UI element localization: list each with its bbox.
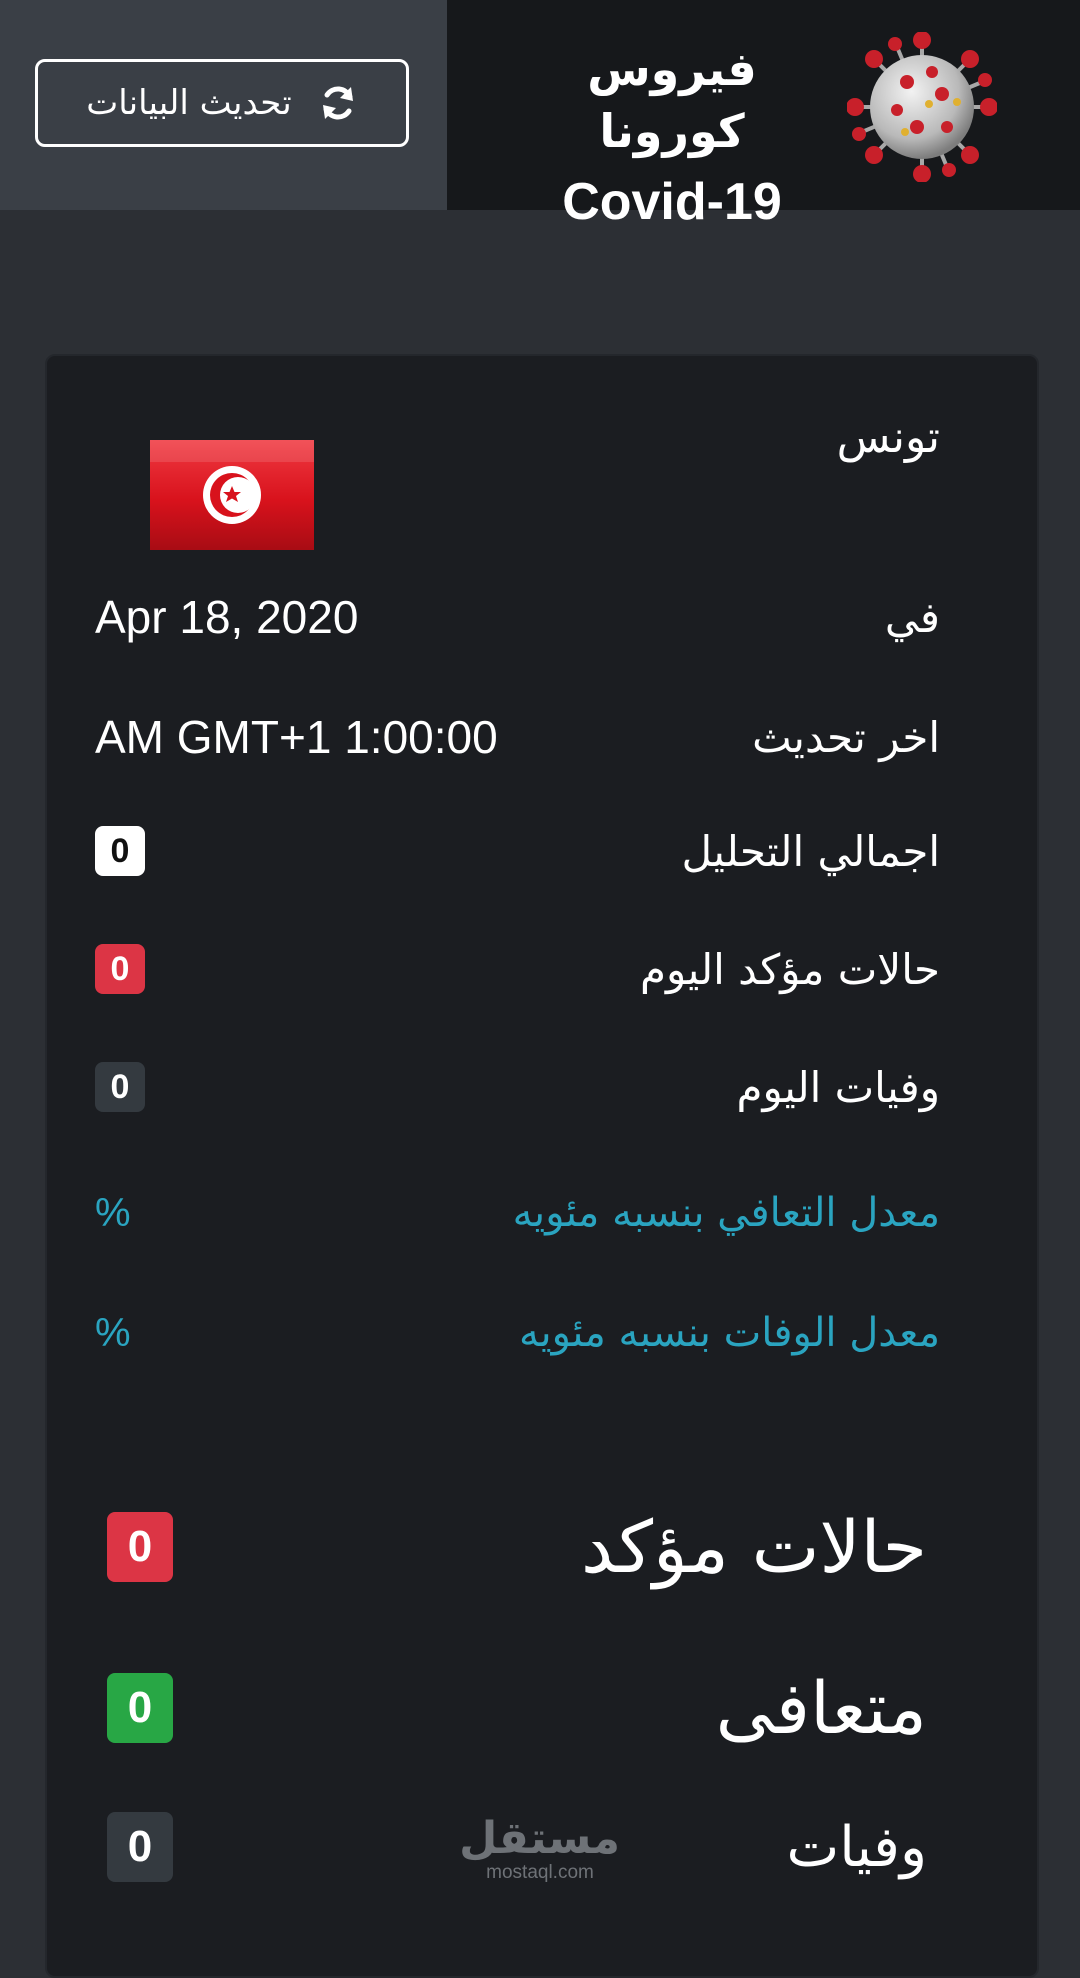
death-rate-row: معدل الوفات بنسبه مئويه % bbox=[95, 1310, 940, 1356]
today-cases-label: حالات مؤكد اليوم bbox=[639, 944, 940, 994]
total-confirmed-badge: 0 bbox=[107, 1512, 173, 1582]
brand-title: فيروس كورونا Covid-19 bbox=[517, 38, 827, 242]
today-deaths-row: وفيات اليوم 0 bbox=[95, 1062, 940, 1112]
title-arabic: فيروس كورونا bbox=[587, 42, 757, 158]
death-rate-value: % bbox=[95, 1310, 131, 1355]
total-deaths-label: وفيات bbox=[786, 1814, 928, 1880]
header-toolbar: تحديث البيانات bbox=[0, 0, 447, 210]
total-confirmed-label: حالات مؤكد bbox=[580, 1505, 927, 1589]
total-recovered-row: متعافى 0 bbox=[107, 1666, 927, 1750]
total-tests-row: اجمالي التحليل 0 bbox=[95, 826, 940, 876]
today-deaths-label: وفيات اليوم bbox=[736, 1062, 940, 1112]
total-tests-label: اجمالي التحليل bbox=[681, 826, 940, 876]
watermark-english: mostaql.com bbox=[486, 1862, 594, 1883]
refresh-data-button[interactable]: تحديث البيانات bbox=[35, 59, 409, 147]
title-english: Covid-19 bbox=[562, 173, 782, 231]
date-value: Apr 18, 2020 bbox=[95, 591, 359, 643]
today-deaths-badge: 0 bbox=[95, 1062, 145, 1112]
country-name: تونس bbox=[836, 412, 940, 463]
total-recovered-badge: 0 bbox=[107, 1673, 173, 1743]
watermark-arabic: مستقل bbox=[459, 1813, 620, 1864]
last-update-row: اخر تحديث AM GMT+1 1:00:00 bbox=[95, 710, 940, 764]
total-confirmed-row: حالات مؤكد 0 bbox=[107, 1505, 927, 1589]
today-cases-row: حالات مؤكد اليوم 0 bbox=[95, 944, 940, 994]
app-header: تحديث البيانات فيروس كورونا Covid-19 bbox=[0, 0, 1080, 231]
total-tests-badge: 0 bbox=[95, 826, 145, 876]
total-deaths-badge: 0 bbox=[107, 1812, 173, 1882]
refresh-data-label: تحديث البيانات bbox=[86, 83, 292, 123]
date-row: في Apr 18, 2020 bbox=[95, 590, 940, 644]
date-label: في bbox=[884, 592, 940, 642]
death-rate-label: معدل الوفات بنسبه مئويه bbox=[519, 1310, 940, 1356]
recovery-rate-value: % bbox=[95, 1190, 131, 1235]
recovery-rate-label: معدل التعافي بنسبه مئويه bbox=[512, 1190, 940, 1236]
brand-area: فيروس كورونا Covid-19 bbox=[447, 0, 1080, 231]
last-update-value: AM GMT+1 1:00:00 bbox=[95, 711, 498, 763]
coronavirus-icon bbox=[846, 31, 998, 183]
recovery-rate-row: معدل التعافي بنسبه مئويه % bbox=[95, 1190, 940, 1236]
total-recovered-label: متعافى bbox=[715, 1666, 927, 1750]
last-update-label: اخر تحديث bbox=[752, 712, 940, 762]
today-cases-badge: 0 bbox=[95, 944, 145, 994]
sync-icon bbox=[318, 83, 358, 123]
tunisia-flag-icon bbox=[150, 440, 314, 550]
mostaql-watermark: مستقل mostaql.com bbox=[459, 1813, 620, 1884]
